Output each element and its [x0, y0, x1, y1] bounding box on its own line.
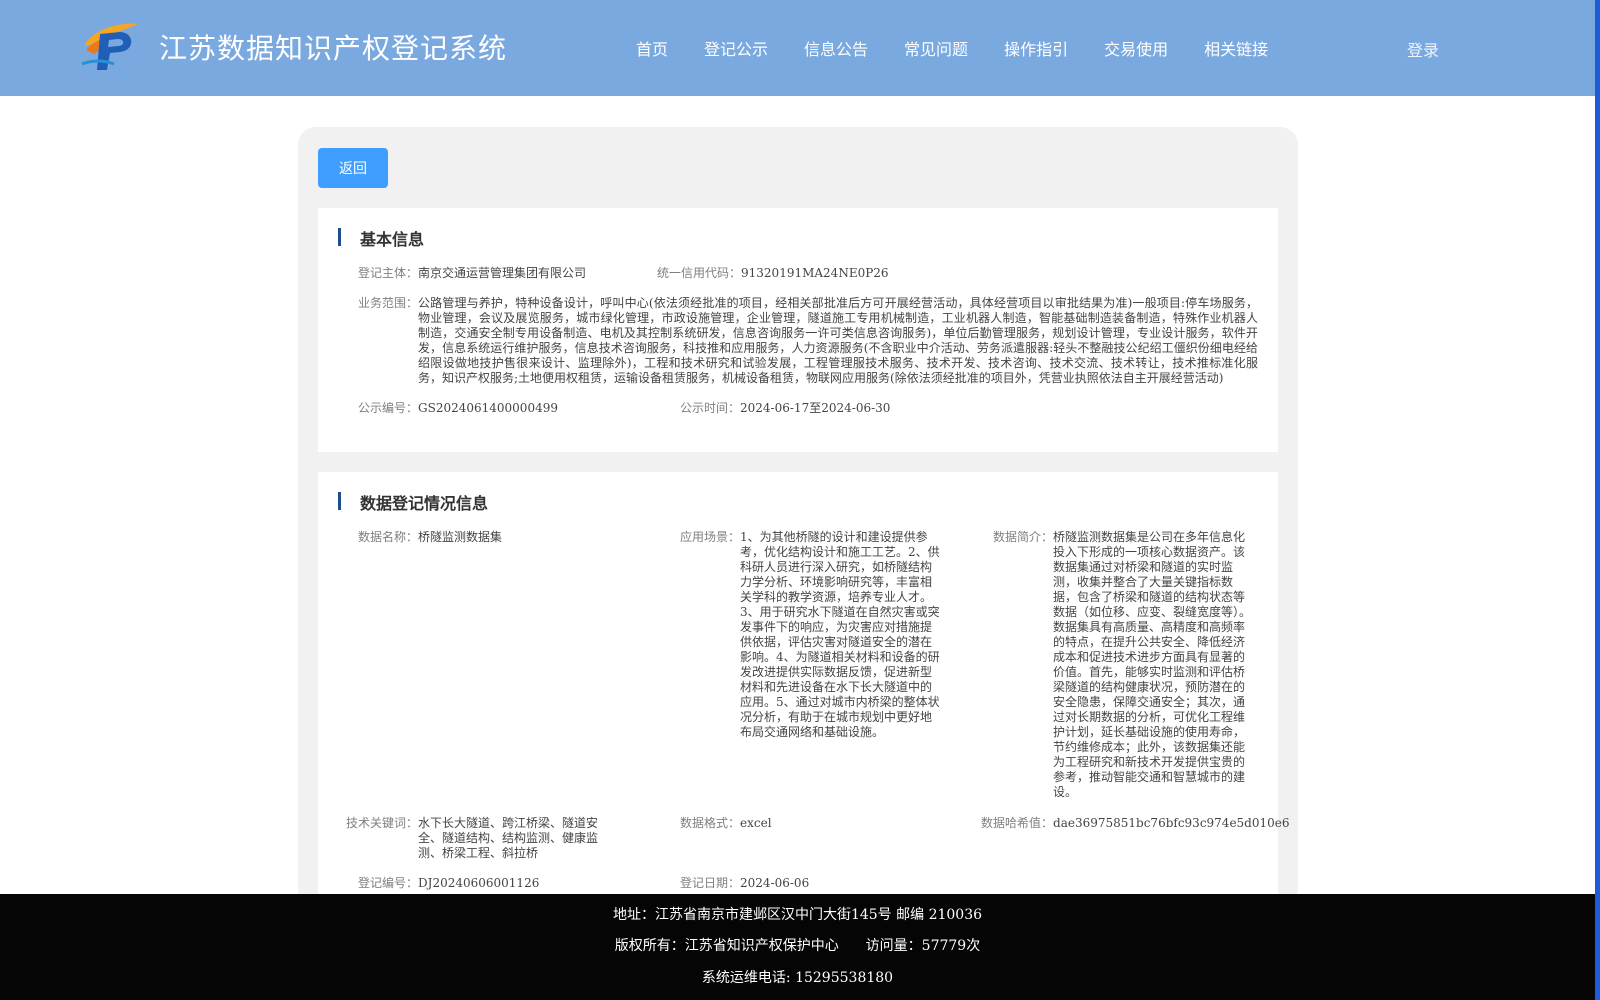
nav-guide[interactable]: 操作指引	[1004, 36, 1068, 60]
data-registration-card: 数据登记情况信息 数据名称： 桥隧监测数据集 应用场景： 1、为其他桥隧的设计和…	[318, 472, 1290, 902]
scope-field: 业务范围： 公路管理与养护，特种设备设计，呼叫中心(依法须经批准的项目，经相关部…	[358, 296, 1258, 386]
credit-code-label: 统一信用代码：	[657, 266, 742, 280]
hash-value: dae36975851bc76bfc93c974e5d010e6	[1053, 816, 1290, 830]
format-field: 数据格式： excel	[680, 816, 772, 831]
reg-no-value: DJ20240606001126	[418, 876, 540, 890]
site-footer: 地址：江苏省南京市建邺区汉中门大街145号 邮编 210036 版权所有：江苏省…	[0, 894, 1595, 1000]
site-header: 江苏数据知识产权登记系统 首页 登记公示 信息公告 常见问题 操作指引 交易使用…	[0, 0, 1595, 96]
login-link[interactable]: 登录	[1407, 37, 1439, 61]
nav-links[interactable]: 相关链接	[1204, 36, 1268, 60]
notice-time-separator: 至	[809, 401, 822, 415]
nav-registration-notice[interactable]: 登记公示	[704, 36, 768, 60]
keywords-value: 水下长大隧道、跨江桥梁、隧道安全、隧道结构、结构监测、健康监测、桥梁工程、斜拉桥	[418, 816, 599, 860]
notice-no-field: 公示编号： GS2024061400000499	[358, 401, 558, 416]
subject-field: 登记主体： 南京交通运营管理集团有限公司	[358, 266, 586, 281]
reg-date-label: 登记日期：	[680, 876, 741, 890]
site-title: 江苏数据知识产权登记系统	[159, 32, 508, 65]
footer-phone: 系统运维电话: 15295538180	[701, 970, 894, 986]
intro-label: 数据简介：	[993, 530, 1054, 544]
format-value: excel	[740, 816, 772, 830]
data-name-field: 数据名称： 桥隧监测数据集	[358, 530, 502, 545]
subject-label: 登记主体：	[358, 266, 419, 280]
footer-visits-label: 访问量：	[865, 938, 922, 954]
data-name-value: 桥隧监测数据集	[418, 530, 503, 544]
ip-logo-icon[interactable]	[80, 20, 140, 72]
data-name-label: 数据名称：	[358, 530, 419, 544]
credit-code-value: 91320191MA24NE0P26	[741, 266, 889, 280]
notice-no-value: GS2024061400000499	[418, 401, 558, 415]
notice-no-label: 公示编号：	[358, 401, 419, 415]
basic-info-title: 基本信息	[338, 226, 424, 250]
data-registration-title: 数据登记情况信息	[338, 490, 488, 514]
notice-time-end: 2024-06-30	[821, 401, 891, 415]
notice-time-field: 公示时间： 2024-06-17 至 2024-06-30	[680, 401, 890, 416]
scope-label: 业务范围：	[358, 296, 419, 310]
format-label: 数据格式：	[680, 816, 741, 830]
scenario-label: 应用场景：	[680, 530, 741, 544]
back-button[interactable]: 返回	[318, 148, 388, 188]
basic-info-card: 基本信息 登记主体： 南京交通运营管理集团有限公司 统一信用代码： 913201…	[318, 208, 1278, 452]
footer-visits-value: 57779次	[921, 938, 981, 954]
scrollbar[interactable]	[1595, 0, 1600, 1000]
main-nav: 首页 登记公示 信息公告 常见问题 操作指引 交易使用 相关链接	[636, 36, 1304, 60]
reg-date-field: 登记日期： 2024-06-06	[680, 876, 809, 891]
reg-no-label: 登记编号：	[358, 876, 419, 890]
reg-no-field: 登记编号： DJ20240606001126	[358, 876, 539, 891]
nav-trade[interactable]: 交易使用	[1104, 36, 1168, 60]
credit-code-field: 统一信用代码： 91320191MA24NE0P26	[657, 266, 889, 281]
hash-label: 数据哈希值：	[981, 816, 1054, 830]
scenario-value: 1、为其他桥隧的设计和建设提供参考，优化结构设计和施工工艺。2、供科研人员进行深…	[740, 530, 940, 739]
hash-field: 数据哈希值： dae36975851bc76bfc93c974e5d010e6	[981, 816, 1290, 831]
footer-address: 地址：江苏省南京市建邺区汉中门大街145号 邮编 210036	[612, 907, 983, 923]
subject-value: 南京交通运营管理集团有限公司	[418, 266, 587, 280]
footer-copyright: 版权所有：江苏省知识产权保护中心	[614, 938, 839, 954]
nav-home[interactable]: 首页	[636, 36, 668, 60]
notice-time-label: 公示时间：	[680, 401, 741, 415]
notice-time-start: 2024-06-17	[740, 401, 810, 415]
scope-value: 公路管理与养护，特种设备设计，呼叫中心(依法须经批准的项目，经相关部批准后方可开…	[418, 296, 1258, 385]
keywords-label: 技术关键词：	[346, 816, 419, 830]
scenario-field: 应用场景： 1、为其他桥隧的设计和建设提供参考，优化结构设计和施工工艺。2、供科…	[680, 530, 942, 740]
keywords-field: 技术关键词： 水下长大隧道、跨江桥梁、隧道安全、隧道结构、结构监测、健康监测、桥…	[346, 816, 622, 861]
reg-date-value: 2024-06-06	[740, 876, 810, 890]
footer-copyright-line: 版权所有：江苏省知识产权保护中心 访问量：57779次	[0, 935, 1595, 955]
intro-field: 数据简介： 桥隧监测数据集是公司在多年信息化投入下形成的一项核心数据资产。该数据…	[993, 530, 1255, 800]
nav-faq[interactable]: 常见问题	[904, 36, 968, 60]
nav-announcements[interactable]: 信息公告	[804, 36, 868, 60]
intro-value: 桥隧监测数据集是公司在多年信息化投入下形成的一项核心数据资产。该数据集通过对桥梁…	[1053, 530, 1252, 799]
